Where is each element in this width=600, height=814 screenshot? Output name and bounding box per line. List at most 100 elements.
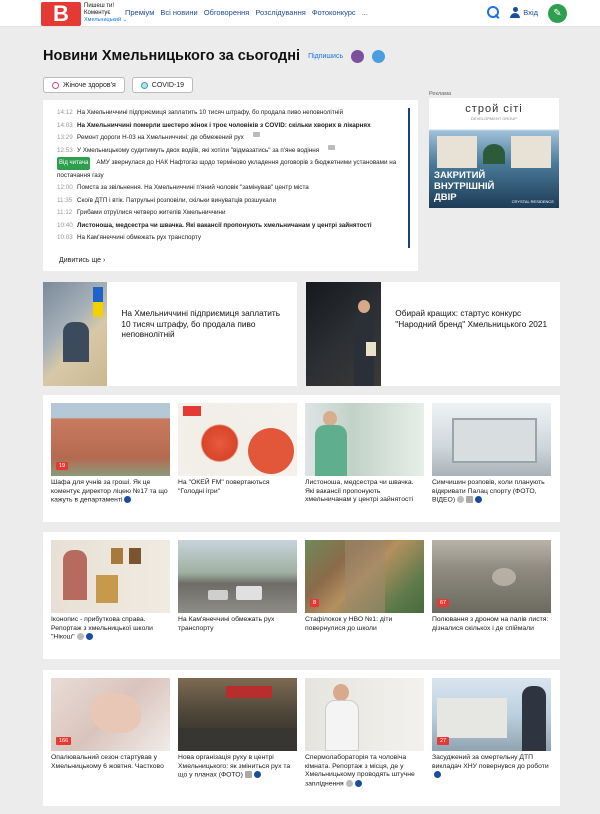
news-image: 27	[432, 678, 551, 751]
tag-womens-health[interactable]: Жіноче здоров'я	[43, 77, 125, 93]
telegram-icon[interactable]	[372, 49, 386, 63]
feed-more-link[interactable]: Дивитись ще ›	[59, 257, 105, 264]
subscribe-link[interactable]: Підпишись	[308, 53, 343, 60]
camera-icon	[252, 132, 260, 137]
news-title: На Кам'янеччині обмежать рух транспорту	[178, 616, 275, 632]
viber-icon[interactable]	[351, 49, 365, 63]
feed-scrollbar[interactable]	[408, 108, 410, 248]
news-card[interactable]: 166 Опалювальний сезон стартував у Хмель…	[51, 678, 170, 771]
ad-headline: ЗАКРИТИЙ ВНУТРІШНІЙ ДВІР	[434, 170, 494, 203]
news-card[interactable]: Листоноша, медсестра чи швачка. Які вака…	[305, 403, 424, 505]
camera-icon	[244, 771, 252, 778]
news-caption: Іконопис - прибуткова справа. Репортаж з…	[51, 616, 170, 642]
feed-more-label: Дивитись ще	[59, 257, 102, 264]
feed-item-continuation[interactable]: постачання газу	[57, 170, 404, 183]
nav-investigations[interactable]: Розслідування	[255, 8, 305, 17]
news-grid-section: 19 Шафа для учнів за гроші. Як це комент…	[43, 395, 560, 522]
news-title: Стафілокок у НВО №1: діти повернулися до…	[305, 616, 393, 632]
news-card[interactable]: 67 Полювання з дроном на палів листя: ді…	[432, 540, 551, 633]
ad-building-image	[437, 136, 477, 168]
feed-item[interactable]: 13:29 Ремонт дороги Н-03 на Хмельниччині:…	[57, 132, 404, 145]
comment-count-badge: 8	[310, 599, 320, 607]
site-header: В Пишеш ти! Коментує Хмельницький ⌄ Прем…	[0, 0, 600, 27]
featured-image	[43, 282, 108, 386]
news-card[interactable]: Спермолабораторія та чоловіча кімната. Р…	[305, 678, 424, 788]
login-button[interactable]: Вхід	[510, 6, 538, 18]
tag-label: COVID-19	[151, 81, 185, 89]
featured-title: На Хмельниччині підприємиця заплатить 10…	[121, 308, 281, 339]
nav-premium[interactable]: Преміум	[125, 8, 154, 17]
comment-count-badge: 166	[56, 737, 72, 745]
news-title: Симчишин розповів, коли планують відкрив…	[432, 479, 545, 504]
city-selector[interactable]: Хмельницький ⌄	[84, 17, 127, 24]
news-caption: На "ОКЕЙ FM" повертаються "Голодні ігри"	[178, 479, 297, 496]
news-card[interactable]: 8 Стафілокок у НВО №1: діти повернулися …	[305, 540, 424, 633]
ad-line-3: ДВІР	[434, 192, 457, 203]
feed-time: 11:35	[57, 196, 73, 204]
news-title: На "ОКЕЙ FM" повертаються "Голодні ігри"	[178, 479, 270, 495]
search-icon[interactable]	[486, 5, 500, 19]
site-logo[interactable]: В	[41, 2, 81, 26]
news-card[interactable]: Симчишин розповів, коли планують відкрив…	[432, 403, 551, 505]
news-card[interactable]: Іконопис - прибуткова справа. Репортаж з…	[51, 540, 170, 642]
ad-banner[interactable]: строй сіті DEVELOPMENT GROUP ЗАКРИТИЙ ВН…	[429, 98, 559, 208]
nav-more[interactable]: ...	[362, 8, 368, 17]
camera-icon	[466, 496, 474, 503]
news-image: 166	[51, 678, 170, 751]
news-image	[178, 540, 297, 613]
page-title-row: Новини Хмельницького за сьогодні Підпиши…	[43, 48, 386, 64]
news-image: 67	[432, 540, 551, 613]
feed-item[interactable]: 11:12 Грибами отруїлися четверо жителів Х…	[57, 207, 404, 220]
feed-title: Листоноша, медсестра чи швачка. Які вака…	[77, 221, 372, 229]
feed-time: 10:03	[57, 234, 73, 241]
nav-photo-contest[interactable]: Фотоконкурс	[312, 8, 356, 17]
news-caption: Симчишин розповів, коли планують відкрив…	[432, 479, 551, 505]
feed-item[interactable]: 11:35 Скоїв ДТП і втік. Патрульні розпові…	[57, 195, 404, 208]
login-label: Вхід	[523, 7, 538, 17]
tagline-line-1: Пишеш ти!	[84, 3, 115, 9]
ad-brand: строй сіті	[465, 103, 523, 115]
feed-item[interactable]: 10:03 На Кам'янеччині обмежать рух трансп…	[57, 232, 404, 245]
news-caption: Нова організація руху в центрі Хмельниць…	[178, 754, 297, 780]
news-title: Шафа для учнів за гроші. Як це коментує …	[51, 479, 168, 504]
feed-title: постачання газу	[57, 171, 104, 179]
tag-covid[interactable]: COVID-19	[131, 77, 194, 93]
chevron-right-icon: ›	[103, 257, 106, 264]
feed-title: Скоїв ДТП і втік. Патрульні розповіли, с…	[77, 196, 276, 204]
feed-title: На Хмельниччині підприємиця заплатить 10…	[77, 109, 344, 116]
news-card[interactable]: На Кам'янеччині обмежать рух транспорту	[178, 540, 297, 633]
featured-card[interactable]: Обирай кращих: стартус конкурс "Народний…	[306, 282, 560, 386]
virus-icon	[140, 81, 148, 89]
news-title: Нова організація руху в центрі Хмельниць…	[178, 754, 291, 779]
feed-item[interactable]: Від читача АМУ звернулася до НАК Нафтогаз…	[57, 157, 404, 170]
feed-time: 12:53	[57, 146, 73, 154]
featured-image	[306, 282, 382, 386]
feed-item[interactable]: 12:00 Помста за звільнення. На Хмельниччи…	[57, 182, 404, 195]
venus-icon	[52, 81, 59, 89]
featured-title: Обирай кращих: стартус конкурс "Народний…	[395, 308, 548, 329]
feed-item[interactable]: 14:03 На Хмельниччині померли шестеро жін…	[57, 120, 404, 133]
news-card[interactable]: 19 Шафа для учнів за гроші. Як це комент…	[51, 403, 170, 505]
news-card[interactable]: 27 Засуджений за смертельну ДТП викладач…	[432, 678, 551, 780]
verified-icon	[253, 771, 261, 778]
feed-item[interactable]: 12:53 У Хмельницькому судитимуть двох вод…	[57, 144, 404, 158]
news-image	[432, 403, 551, 476]
comment-count-badge: 67	[437, 599, 450, 607]
ad-line-2: ВНУТРІШНІЙ	[434, 181, 495, 192]
feed-time: 13:29	[57, 134, 73, 141]
news-card[interactable]: Нова організація руху в центрі Хмельниць…	[178, 678, 297, 780]
nav-all-news[interactable]: Всі новини	[160, 8, 197, 17]
featured-card[interactable]: На Хмельниччині підприємиця заплатить 10…	[43, 282, 297, 386]
write-post-button[interactable]: ✎	[548, 4, 567, 23]
news-feed: 14:12 На Хмельниччині підприємиця заплати…	[43, 100, 418, 271]
feed-time: 11:12	[57, 209, 73, 216]
feed-item[interactable]: 14:12 На Хмельниччині підприємиця заплати…	[57, 107, 404, 120]
ad-building-image	[511, 136, 551, 168]
news-image	[178, 678, 297, 751]
news-card[interactable]: На "ОКЕЙ FM" повертаються "Голодні ігри"	[178, 403, 297, 496]
feed-title: Ремонт дороги Н-03 на Хмельниччині: де о…	[77, 134, 244, 141]
nav-discussions[interactable]: Обговорення	[204, 8, 250, 17]
feed-item[interactable]: 10:40 Листоноша, медсестра чи швачка. Які…	[57, 220, 404, 233]
news-image	[305, 403, 424, 476]
eye-icon	[76, 633, 84, 640]
